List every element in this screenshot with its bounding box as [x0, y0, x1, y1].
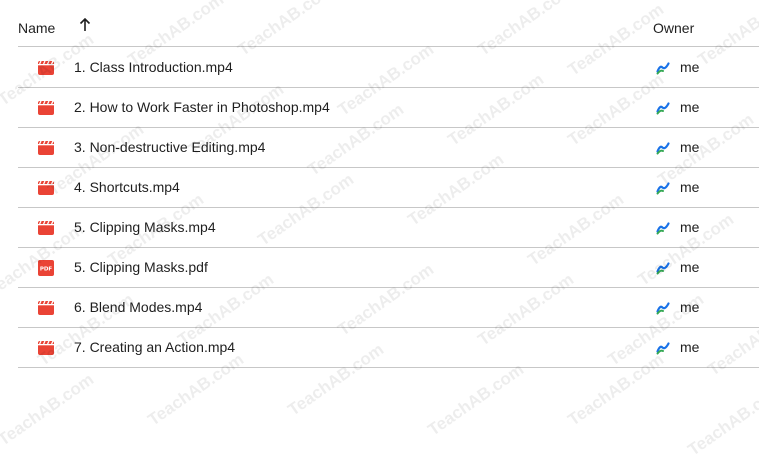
- file-row[interactable]: 6. Blend Modes.mp4 me: [18, 288, 759, 328]
- owner-avatar-icon: [656, 61, 670, 75]
- file-name: 1. Class Introduction.mp4: [74, 59, 233, 75]
- watermark-text: TeachAB.com: [424, 359, 528, 440]
- video-file-icon: [38, 140, 54, 156]
- owner-name: me: [680, 59, 700, 75]
- video-file-icon: [38, 180, 54, 196]
- file-row[interactable]: 3. Non-destructive Editing.mp4 me: [18, 128, 759, 168]
- owner-name: me: [680, 99, 700, 115]
- owner-avatar-icon: [656, 101, 670, 115]
- owner-column-header[interactable]: Owner: [653, 20, 694, 36]
- file-name: 5. Clipping Masks.mp4: [74, 219, 216, 235]
- owner-avatar-icon: [656, 181, 670, 195]
- owner-avatar-icon: [656, 261, 670, 275]
- video-file-icon: [38, 300, 54, 316]
- owner-name: me: [680, 139, 700, 155]
- file-row[interactable]: 1. Class Introduction.mp4 me: [18, 48, 759, 88]
- owner-avatar-icon: [656, 221, 670, 235]
- owner-avatar-icon: [656, 301, 670, 315]
- file-name: 2. How to Work Faster in Photoshop.mp4: [74, 99, 330, 115]
- file-row[interactable]: 7. Creating an Action.mp4 me: [18, 328, 759, 368]
- pdf-file-icon: PDF: [38, 260, 54, 276]
- file-row[interactable]: 5. Clipping Masks.mp4 me: [18, 208, 759, 248]
- owner-avatar-icon: [656, 141, 670, 155]
- file-row[interactable]: PDF 5. Clipping Masks.pdf me: [18, 248, 759, 288]
- file-name: 7. Creating an Action.mp4: [74, 339, 236, 355]
- watermark-text: TeachAB.com: [684, 379, 759, 460]
- owner-name: me: [680, 259, 700, 275]
- video-file-icon: [38, 60, 54, 76]
- owner-avatar-icon: [656, 341, 670, 355]
- file-name: 5. Clipping Masks.pdf: [74, 259, 208, 275]
- video-file-icon: [38, 220, 54, 236]
- arrow-up-icon[interactable]: [79, 18, 91, 32]
- owner-name: me: [680, 219, 700, 235]
- file-name: 6. Blend Modes.mp4: [74, 299, 203, 315]
- video-file-icon: [38, 100, 54, 116]
- file-row[interactable]: 4. Shortcuts.mp4 me: [18, 168, 759, 208]
- file-row[interactable]: 2. How to Work Faster in Photoshop.mp4 m…: [18, 88, 759, 128]
- owner-name: me: [680, 339, 700, 355]
- watermark-text: TeachAB.com: [0, 369, 98, 450]
- file-name: 4. Shortcuts.mp4: [74, 179, 180, 195]
- owner-name: me: [680, 299, 700, 315]
- video-file-icon: [38, 340, 54, 356]
- name-column-header[interactable]: Name: [18, 20, 55, 36]
- svg-text:PDF: PDF: [40, 267, 53, 273]
- file-name: 3. Non-destructive Editing.mp4: [74, 139, 266, 155]
- file-list-header: Name Owner: [18, 8, 759, 47]
- owner-name: me: [680, 179, 700, 195]
